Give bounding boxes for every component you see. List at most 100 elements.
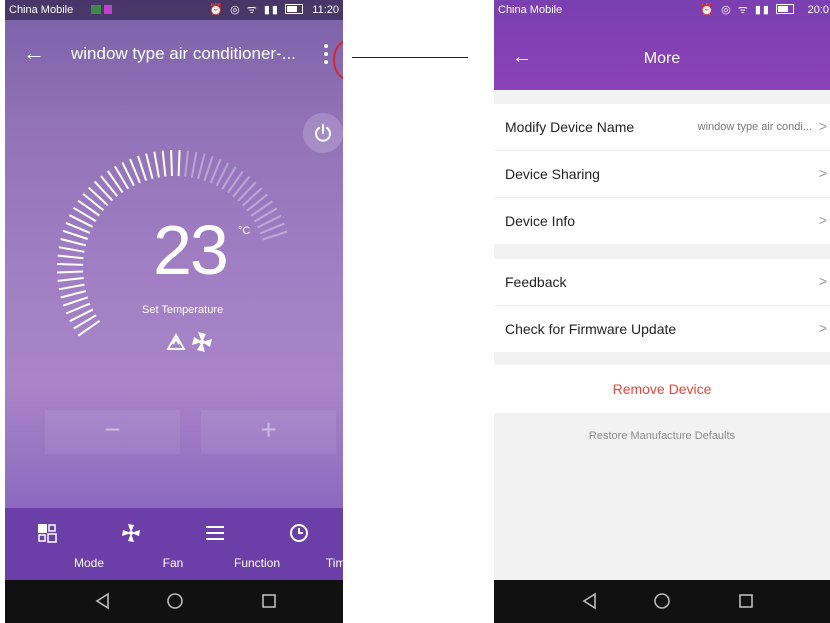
more-options-icon[interactable] — [323, 44, 329, 68]
row-label: Check for Firmware Update — [505, 321, 677, 337]
back-arrow-icon[interactable]: ← — [23, 40, 45, 66]
back-triangle-icon[interactable] — [580, 591, 600, 611]
firmware-update-row[interactable]: Check for Firmware Update > — [494, 306, 830, 352]
temperature-unit: °C — [238, 225, 251, 237]
dial-tick — [177, 150, 181, 177]
device-title: window type air conditioner-... — [71, 44, 296, 63]
signal-icons: ⏰ ◎ ᯤ ▮▮ — [700, 0, 794, 20]
dial-tick — [137, 155, 148, 181]
clock-time: 11:20 — [312, 4, 339, 16]
android-nav-bar — [5, 580, 343, 623]
dial-tick — [62, 296, 89, 307]
home-circle-icon[interactable] — [652, 591, 672, 611]
clock-icon — [290, 524, 308, 542]
device-sharing-row[interactable]: Device Sharing > — [494, 151, 830, 198]
top-bar: China Mobile ⏰ ◎ ᯤ ▮▮ 20:0 ← More — [494, 0, 830, 90]
status-bar: China Mobile ⏰ ◎ ᯤ ▮▮ 11:20 — [5, 0, 343, 20]
signal-icons: ⏰ ◎ ᯤ ▮▮ — [209, 0, 303, 20]
decrease-temperature-button[interactable]: − — [45, 410, 180, 454]
dial-tick — [57, 254, 84, 260]
plus-icon: + — [260, 414, 277, 445]
nav-timer[interactable]: Timer — [257, 508, 343, 580]
carrier-name: China Mobile — [498, 4, 563, 16]
clock-time: 20:0 — [807, 4, 829, 16]
modify-device-name-row[interactable]: Modify Device Name window type air condi… — [494, 104, 830, 151]
dial-tick — [93, 180, 114, 202]
chevron-right-icon: > — [818, 165, 827, 181]
battery-icon — [285, 4, 303, 14]
row-label: Device Info — [505, 213, 576, 229]
settings-group-support: Feedback > Check for Firmware Update > — [494, 259, 830, 352]
menu-icon — [206, 526, 224, 540]
dial-tick — [145, 153, 154, 180]
device-control-screen: China Mobile ⏰ ◎ ᯤ ▮▮ 11:20 ← window typ… — [5, 0, 343, 623]
more-settings-screen: China Mobile ⏰ ◎ ᯤ ▮▮ 20:0 ← More Modify… — [494, 0, 830, 623]
dial-tick — [203, 155, 214, 182]
callout-connector-line — [352, 57, 468, 58]
dial-tick — [232, 175, 251, 198]
power-button[interactable] — [303, 113, 343, 153]
back-triangle-icon[interactable] — [93, 591, 113, 611]
nav-timer-label: Timer — [325, 556, 343, 570]
dial-tick — [161, 150, 167, 177]
row-label: Device Sharing — [505, 166, 600, 182]
settings-group-device: Modify Device Name window type air condi… — [494, 104, 830, 244]
page-title: More — [643, 50, 681, 67]
chevron-right-icon: > — [818, 118, 827, 134]
top-bar: ← window type air conditioner-... — [5, 32, 343, 82]
dial-tick — [88, 186, 109, 207]
device-name-value: window type air condi... — [697, 121, 812, 133]
dial-tick — [82, 193, 105, 212]
device-info-row[interactable]: Device Info > — [494, 198, 830, 244]
minus-icon: − — [104, 414, 121, 445]
recycle-icon — [166, 333, 186, 350]
nav-function[interactable]: Function — [173, 508, 280, 580]
dial-tick — [60, 238, 87, 247]
nav-fan[interactable]: Fan — [89, 508, 183, 580]
dial-tick — [237, 181, 257, 202]
row-label: Feedback — [505, 274, 567, 290]
set-temperature-label: Set Temperature — [142, 304, 224, 316]
dial-tick — [100, 175, 119, 197]
recents-square-icon[interactable] — [259, 591, 279, 611]
recents-square-icon[interactable] — [736, 591, 756, 611]
dial-tick — [57, 263, 84, 266]
dial-tick — [57, 270, 84, 274]
dial-tick — [190, 151, 198, 178]
mode-icon — [38, 524, 57, 543]
dial-tick — [153, 151, 160, 178]
remove-device-button[interactable]: Remove Device — [494, 365, 830, 413]
dial-tick — [57, 277, 84, 282]
status-bar: China Mobile ⏰ ◎ ᯤ ▮▮ 20:0 — [494, 0, 830, 20]
dial-tick — [62, 229, 89, 240]
dial-tick — [246, 193, 268, 212]
feedback-row[interactable]: Feedback > — [494, 259, 830, 306]
nav-mode[interactable]: Mode — [5, 508, 104, 580]
dial-tick — [262, 230, 288, 241]
fan-icon — [122, 524, 140, 542]
remove-device-label: Remove Device — [612, 381, 712, 397]
dial-tick — [58, 246, 85, 253]
android-nav-bar — [494, 580, 830, 623]
temperature-value: 23 — [153, 211, 229, 289]
mode-status-icons — [166, 332, 212, 352]
power-icon — [315, 124, 331, 142]
dial-tick — [197, 153, 206, 180]
dial-tick — [184, 150, 189, 177]
restore-defaults-link[interactable]: Restore Manufacture Defaults — [494, 430, 830, 442]
bottom-nav: Mode Fan Function Tim — [5, 508, 343, 580]
home-circle-icon[interactable] — [165, 591, 185, 611]
chevron-right-icon: > — [818, 273, 827, 289]
increase-temperature-button[interactable]: + — [201, 410, 336, 454]
fan-auto-icon — [192, 332, 212, 352]
sim-icon — [91, 5, 101, 14]
chevron-right-icon: > — [818, 212, 827, 228]
dial-tick — [170, 150, 173, 177]
dial-tick — [60, 290, 87, 299]
battery-icon — [776, 4, 794, 14]
chevron-right-icon: > — [818, 320, 827, 336]
row-label: Modify Device Name — [505, 119, 635, 135]
notification-icon — [104, 5, 112, 14]
carrier-name: China Mobile — [9, 4, 74, 16]
dial-tick — [58, 283, 85, 291]
